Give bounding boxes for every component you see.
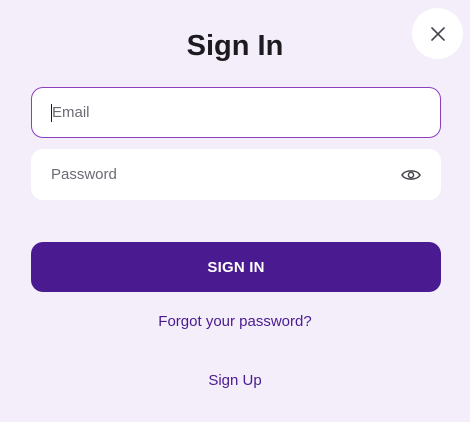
email-field-container	[31, 87, 441, 138]
sign-up-row: Sign Up	[0, 372, 470, 389]
sign-up-link[interactable]: Sign Up	[208, 372, 261, 389]
forgot-password-row: Forgot your password?	[0, 313, 470, 330]
page-title: Sign In	[186, 30, 284, 62]
password-field-container	[31, 149, 441, 200]
password-visibility-toggle[interactable]	[399, 163, 423, 187]
eye-icon	[401, 170, 421, 180]
password-field[interactable]	[51, 166, 421, 183]
forgot-password-link[interactable]: Forgot your password?	[158, 313, 311, 330]
sign-in-button[interactable]: SIGN IN	[31, 242, 441, 292]
sign-in-dialog: Sign In SIGN IN Forgot your password? Si…	[0, 0, 470, 422]
email-field[interactable]	[52, 104, 420, 121]
text-caret	[51, 104, 52, 122]
